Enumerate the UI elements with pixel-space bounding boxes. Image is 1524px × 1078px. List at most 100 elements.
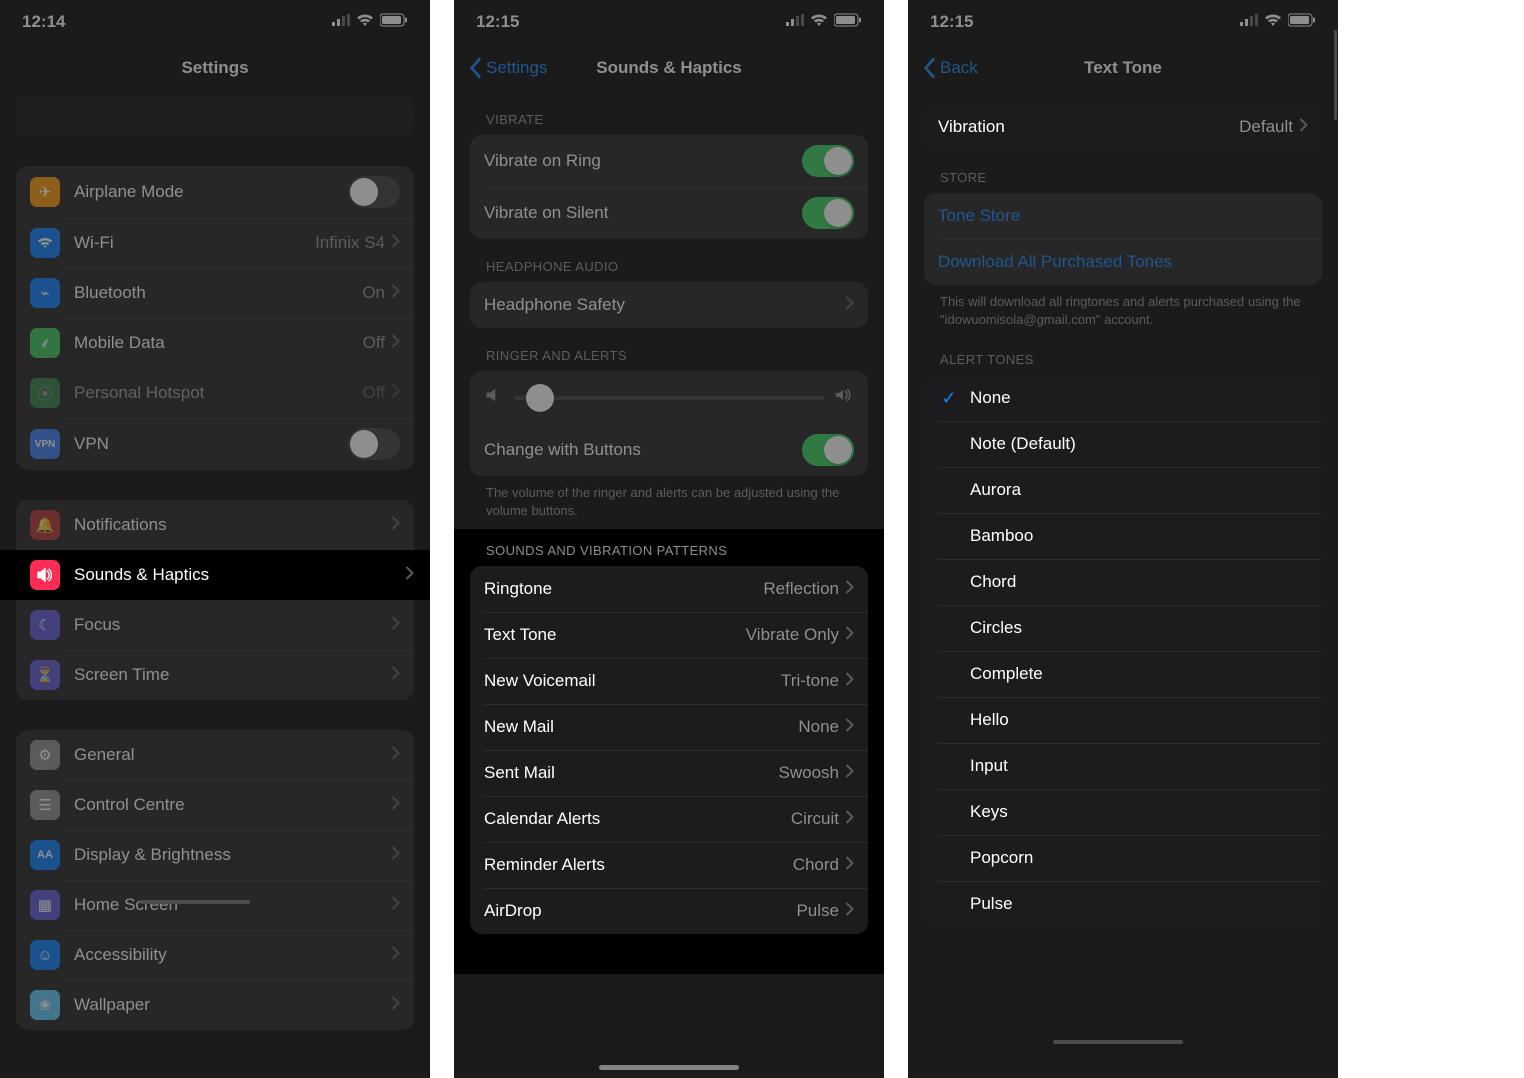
row-tone-none[interactable]: ✓None (924, 375, 1322, 421)
group-connectivity: ✈ Airplane Mode Wi-Fi Infinix S4 ⌁ Bluet… (16, 166, 414, 470)
row-headphone-safety[interactable]: Headphone Safety (470, 282, 868, 328)
vpn-toggle[interactable] (348, 428, 400, 460)
row-vibration[interactable]: Vibration Default (924, 104, 1322, 150)
row-tone-store[interactable]: Tone Store (924, 193, 1322, 239)
row-tone-chord[interactable]: Chord (924, 559, 1322, 605)
row-tone-bamboo[interactable]: Bamboo (924, 513, 1322, 559)
row-value: Pulse (796, 901, 839, 921)
row-sound-new-mail[interactable]: New MailNone (470, 704, 868, 750)
nav-bar: Back Text Tone (908, 44, 1338, 92)
row-sound-ringtone[interactable]: RingtoneReflection (470, 566, 868, 612)
row-sound-new-voicemail[interactable]: New VoicemailTri-tone (470, 658, 868, 704)
status-time: 12:14 (22, 12, 65, 32)
chevron-right-icon (1299, 117, 1308, 137)
row-label: Mobile Data (74, 333, 363, 353)
row-vibrate-silent[interactable]: Vibrate on Silent (470, 187, 868, 239)
row-label: Change with Buttons (484, 440, 802, 460)
status-bar: 12:15 (454, 0, 884, 44)
row-vpn[interactable]: VPN VPN (16, 418, 414, 470)
section-sounds-header: Sounds and Vibration Patterns (454, 529, 884, 566)
row-label: Home Screen (74, 895, 391, 915)
row-notifications[interactable]: 🔔 Notifications (16, 500, 414, 550)
row-tone-circles[interactable]: Circles (924, 605, 1322, 651)
row-tone-keys[interactable]: Keys (924, 789, 1322, 835)
row-label: Bluetooth (74, 283, 362, 303)
row-label: Personal Hotspot (74, 383, 363, 403)
group-attention-cont: ☾ Focus ⏳ Screen Time (16, 600, 414, 700)
toggle-vibrate-ring[interactable] (802, 145, 854, 177)
row-label: Input (970, 756, 1308, 776)
row-tone-popcorn[interactable]: Popcorn (924, 835, 1322, 881)
volume-thumb[interactable] (526, 384, 554, 412)
text-size-icon: AA (30, 840, 60, 870)
chevron-right-icon (391, 745, 400, 765)
antenna-icon: ⸙ (30, 328, 60, 358)
row-airplane[interactable]: ✈ Airplane Mode (16, 166, 414, 218)
chevron-right-icon (391, 615, 400, 635)
toggle-vibrate-silent[interactable] (802, 197, 854, 229)
row-volume-slider[interactable] (470, 371, 868, 424)
row-tone-complete[interactable]: Complete (924, 651, 1322, 697)
row-mobile-data[interactable]: ⸙ Mobile Data Off (16, 318, 414, 368)
row-tone-hello[interactable]: Hello (924, 697, 1322, 743)
toggle-change-buttons[interactable] (802, 434, 854, 466)
bluetooth-icon: ⌁ (30, 278, 60, 308)
row-accessibility[interactable]: ☺ Accessibility (16, 930, 414, 980)
row-sound-text-tone[interactable]: Text ToneVibrate Only (470, 612, 868, 658)
row-vibrate-ring[interactable]: Vibrate on Ring (470, 135, 868, 187)
home-indicator[interactable] (599, 1065, 739, 1070)
scrollbar-horizontal[interactable] (140, 900, 250, 904)
row-screentime[interactable]: ⏳ Screen Time (16, 650, 414, 700)
row-label: Accessibility (74, 945, 391, 965)
search-placeholder[interactable] (16, 96, 414, 136)
row-change-buttons[interactable]: Change with Buttons (470, 424, 868, 476)
row-tone-note-default-[interactable]: Note (Default) (924, 421, 1322, 467)
row-sound-calendar-alerts[interactable]: Calendar AlertsCircuit (470, 796, 868, 842)
row-label: Hello (970, 710, 1308, 730)
battery-icon (1288, 12, 1316, 32)
row-control-centre[interactable]: ☰ Control Centre (16, 780, 414, 830)
group-sounds: RingtoneReflectionText ToneVibrate OnlyN… (470, 566, 868, 934)
row-focus[interactable]: ☾ Focus (16, 600, 414, 650)
scrollbar-horizontal[interactable] (1053, 1040, 1183, 1044)
group-attention: 🔔 Notifications (16, 500, 414, 550)
row-tone-input[interactable]: Input (924, 743, 1322, 789)
volume-track[interactable] (514, 396, 824, 400)
group-store: Tone Store Download All Purchased Tones (924, 193, 1322, 285)
row-label: Aurora (970, 480, 1308, 500)
row-value: Vibrate Only (746, 625, 839, 645)
cellular-icon (332, 12, 350, 32)
chevron-right-icon (391, 283, 400, 303)
row-display[interactable]: AA Display & Brightness (16, 830, 414, 880)
bell-icon: 🔔 (30, 510, 60, 540)
row-sounds-haptics-highlight[interactable]: Sounds & Haptics (0, 550, 430, 600)
row-home-screen[interactable]: ▦ Home Screen (16, 880, 414, 930)
row-label: New Mail (484, 717, 798, 737)
row-hotspot[interactable]: ⦿ Personal Hotspot Off (16, 368, 414, 418)
chevron-right-icon (391, 333, 400, 353)
row-label: Circles (970, 618, 1308, 638)
row-label: New Voicemail (484, 671, 781, 691)
row-tone-aurora[interactable]: Aurora (924, 467, 1322, 513)
airplane-toggle[interactable] (348, 176, 400, 208)
row-sound-airdrop[interactable]: AirDropPulse (470, 888, 868, 934)
row-sound-sent-mail[interactable]: Sent MailSwoosh (470, 750, 868, 796)
back-button[interactable]: Back (922, 57, 978, 79)
row-download-tones[interactable]: Download All Purchased Tones (924, 239, 1322, 285)
group-alert-tones: ✓NoneNote (Default) Aurora BambooChord Circ… (924, 375, 1322, 927)
row-label: Calendar Alerts (484, 809, 791, 829)
row-wifi[interactable]: Wi-Fi Infinix S4 (16, 218, 414, 268)
row-label: Complete (970, 664, 1308, 684)
row-value: Off (363, 383, 385, 403)
scrollbar-vertical[interactable] (1334, 30, 1337, 120)
row-bluetooth[interactable]: ⌁ Bluetooth On (16, 268, 414, 318)
wifi-icon (1264, 12, 1282, 32)
row-wallpaper[interactable]: ❀ Wallpaper (16, 980, 414, 1030)
back-button[interactable]: Settings (468, 57, 547, 79)
row-label: Pulse (970, 894, 1308, 914)
row-tone-pulse[interactable]: Pulse (924, 881, 1322, 927)
row-sound-reminder-alerts[interactable]: Reminder AlertsChord (470, 842, 868, 888)
row-general[interactable]: ⚙ General (16, 730, 414, 780)
row-label: Wallpaper (74, 995, 391, 1015)
row-value: Chord (793, 855, 839, 875)
